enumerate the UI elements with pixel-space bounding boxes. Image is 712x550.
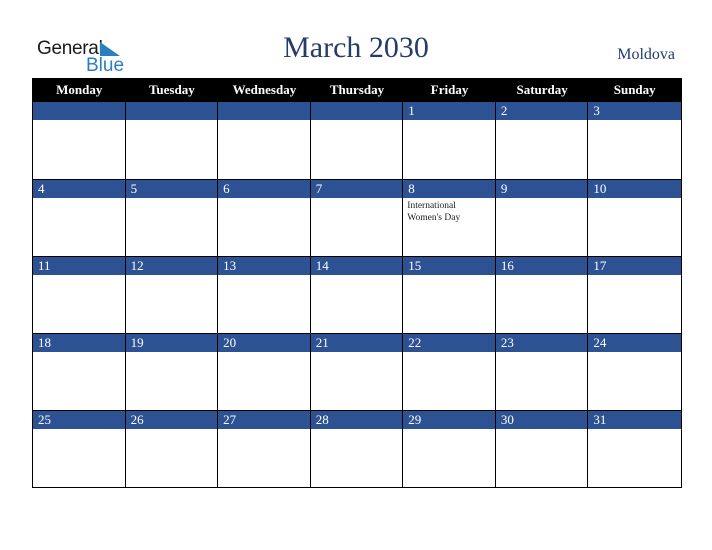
day-number: 31 xyxy=(588,411,681,429)
day-number: 28 xyxy=(310,411,403,429)
day-number: 13 xyxy=(218,257,310,275)
day-cell[interactable] xyxy=(310,102,404,179)
day-cell[interactable]: 22 xyxy=(403,333,496,410)
day-number xyxy=(218,102,310,120)
day-cell[interactable]: 17 xyxy=(588,256,681,333)
day-cell[interactable]: 19 xyxy=(125,333,219,410)
day-number: 16 xyxy=(495,257,588,275)
day-number: 17 xyxy=(588,257,681,275)
day-cell[interactable]: 12 xyxy=(125,256,219,333)
week-row: 123 xyxy=(33,102,681,179)
day-number: 15 xyxy=(403,257,495,275)
weekday-header-monday: Monday xyxy=(56,82,103,97)
day-cell[interactable]: 24 xyxy=(588,333,681,410)
day-number: 4 xyxy=(33,180,125,198)
day-cell[interactable]: 15 xyxy=(403,256,496,333)
day-number: 12 xyxy=(125,257,218,275)
day-cell[interactable] xyxy=(218,102,311,179)
day-cell[interactable]: 21 xyxy=(310,333,404,410)
weekday-header-tuesday: Tuesday xyxy=(148,82,195,97)
day-cell[interactable]: 5 xyxy=(125,179,219,256)
day-number: 27 xyxy=(218,411,310,429)
day-cell[interactable]: 1 xyxy=(403,102,496,179)
day-number: 14 xyxy=(310,257,403,275)
week-row: 25 26 27 28 29 30 31 xyxy=(33,410,681,487)
day-cell[interactable]: 7 xyxy=(310,179,404,256)
day-number: 19 xyxy=(125,334,218,352)
day-cell[interactable]: 16 xyxy=(495,256,589,333)
week-row: 11 12 13 14 15 16 17 xyxy=(33,256,681,333)
day-number: 25 xyxy=(33,411,125,429)
day-cell[interactable]: 18 xyxy=(33,333,126,410)
day-number: 3 xyxy=(588,102,681,120)
day-number: 1 xyxy=(403,102,495,120)
day-number: 22 xyxy=(403,334,495,352)
day-cell[interactable]: 8 International Women's Day xyxy=(403,179,496,256)
day-cell[interactable]: 6 xyxy=(218,179,311,256)
day-cell[interactable]: 9 xyxy=(495,179,589,256)
weekday-header-saturday: Saturday xyxy=(516,82,568,97)
day-number: 29 xyxy=(403,411,495,429)
day-cell[interactable]: 14 xyxy=(310,256,404,333)
day-cell[interactable]: 4 xyxy=(33,179,126,256)
day-cell[interactable]: 26 xyxy=(125,410,219,487)
day-number: 9 xyxy=(495,180,588,198)
weekday-header-row: Monday Tuesday Wednesday Thursday Friday Satu… xyxy=(33,78,681,102)
calendar-grid: Monday Tuesday Wednesday Thursday Friday Satu… xyxy=(32,78,682,488)
calendar-title-text: March 2030 xyxy=(283,31,429,64)
weeks-container: 1 2 3 4 5 6 7 8 International Women's Day 9 10 11 12… xyxy=(33,102,681,487)
day-number: 7 xyxy=(310,180,403,198)
day-cell[interactable]: 31 xyxy=(588,410,681,487)
day-number: 24 xyxy=(588,334,681,352)
weekday-header-sunday: Sunday xyxy=(613,82,656,97)
day-number: 8 xyxy=(403,180,495,198)
day-cell[interactable]: 28 xyxy=(310,410,404,487)
weekday-header-wednesday: Wednesday xyxy=(232,82,297,97)
day-number xyxy=(125,102,218,120)
day-cell[interactable] xyxy=(125,102,219,179)
day-cell[interactable] xyxy=(33,102,126,179)
day-number: 20 xyxy=(218,334,310,352)
day-number xyxy=(310,102,403,120)
day-number: 2 xyxy=(495,102,588,120)
day-cell[interactable]: 27 xyxy=(218,410,311,487)
calendar-title: March 2030 xyxy=(0,31,712,65)
day-cell[interactable]: 3 xyxy=(588,102,681,179)
day-number: 30 xyxy=(495,411,588,429)
holiday-event: International Women's Day xyxy=(407,201,461,223)
day-cell[interactable]: 30 xyxy=(495,410,589,487)
day-number: 18 xyxy=(33,334,125,352)
day-number: 23 xyxy=(495,334,588,352)
day-cell[interactable]: 20 xyxy=(218,333,311,410)
day-cell[interactable]: 23 xyxy=(495,333,589,410)
weekday-header-friday: Friday xyxy=(430,82,469,97)
week-row: 4 5 6 7 8 International Women's Day 9 10 xyxy=(33,179,681,256)
day-cell[interactable]: 11 xyxy=(33,256,126,333)
country-label: Moldova xyxy=(617,46,675,63)
day-number: 10 xyxy=(588,180,681,198)
day-cell[interactable]: 2 xyxy=(495,102,589,179)
day-cell[interactable]: 10 xyxy=(588,179,681,256)
week-row: 18 19 20 21 22 23 24 xyxy=(33,333,681,410)
weekday-header-thursday: Thursday xyxy=(329,82,385,97)
day-number: 5 xyxy=(125,180,218,198)
day-cell[interactable]: 13 xyxy=(218,256,311,333)
day-number: 26 xyxy=(125,411,218,429)
day-number xyxy=(33,102,125,120)
day-number: 11 xyxy=(33,257,125,275)
day-number: 21 xyxy=(310,334,403,352)
day-cell[interactable]: 29 xyxy=(403,410,496,487)
day-cell[interactable]: 25 xyxy=(33,410,126,487)
day-number: 6 xyxy=(218,180,310,198)
